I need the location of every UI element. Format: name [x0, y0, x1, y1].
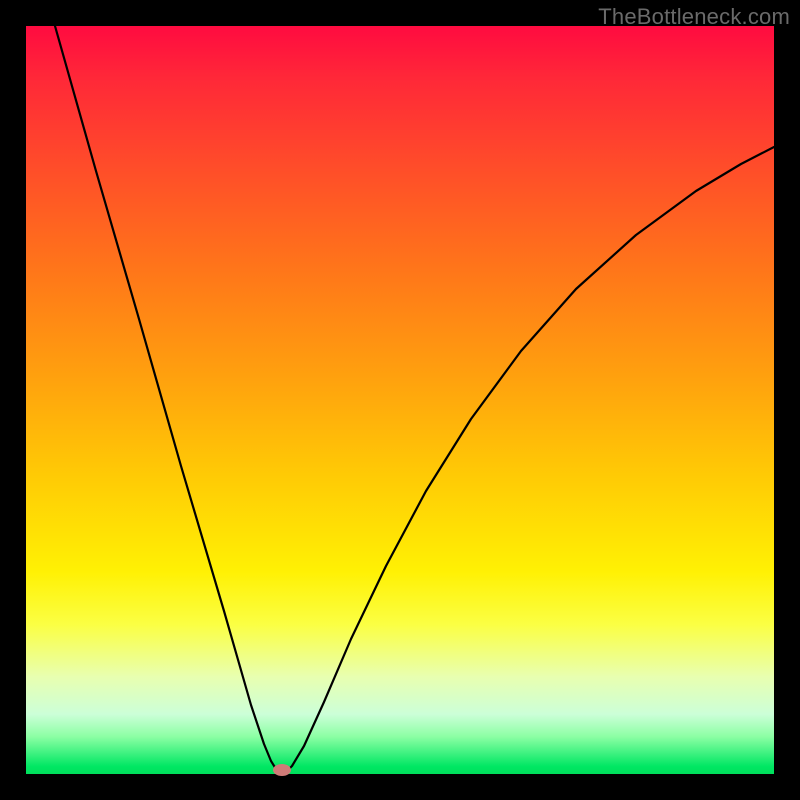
- curve-path: [55, 26, 774, 773]
- chart-frame: TheBottleneck.com: [0, 0, 800, 800]
- optimal-marker: [273, 764, 291, 776]
- bottleneck-curve: [26, 26, 774, 774]
- watermark-text: TheBottleneck.com: [598, 4, 790, 30]
- plot-area: [26, 26, 774, 774]
